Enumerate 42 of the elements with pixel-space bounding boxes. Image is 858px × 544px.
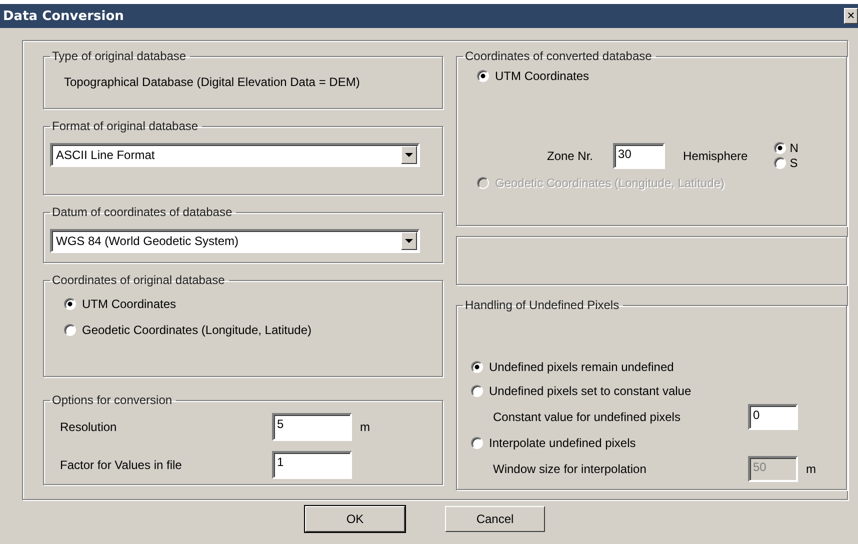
group-title: Datum of coordinates of database [51, 205, 234, 219]
dialog-button[interactable]: Cancel [445, 506, 545, 532]
group-title: Coordinates of converted database [464, 49, 653, 63]
input-field[interactable]: 1 [272, 451, 352, 479]
radio-button[interactable] [471, 385, 483, 397]
field-label: Constant value for undefined pixels [493, 410, 682, 424]
radio-button[interactable] [774, 157, 786, 169]
format-dropdown[interactable]: ASCII Line Format [50, 143, 420, 167]
group-title: Options for conversion [51, 393, 174, 407]
field-label: Window size for interpolation [493, 462, 648, 476]
radio-button[interactable] [471, 361, 483, 373]
field-label: Factor for Values in file [60, 458, 183, 472]
radio-label[interactable]: S [790, 156, 798, 170]
radio-label[interactable]: UTM Coordinates [82, 297, 176, 311]
radio-label[interactable]: N [790, 141, 798, 155]
group-title: Handling of Undefined Pixels [464, 298, 620, 312]
radio-button[interactable] [471, 437, 483, 449]
input-field[interactable]: 0 [748, 404, 798, 430]
hemisphere-label: Hemisphere [683, 148, 748, 162]
group-title: Format of original database [51, 119, 200, 133]
database-type-text: Topographical Database (Digital Elevation Data = DEM) [64, 75, 361, 89]
zone-field[interactable]: 30 [613, 142, 666, 168]
radio-button[interactable] [477, 70, 489, 82]
zone-label: Zone Nr. [547, 148, 594, 162]
radio-label[interactable]: Interpolate undefined pixels [489, 436, 636, 450]
datum-dropdown[interactable]: WGS 84 (World Geodetic System) [50, 229, 420, 253]
radio-label[interactable]: Undefined pixels remain undefined [489, 360, 674, 374]
group-title: Coordinates of original database [51, 273, 226, 287]
radio-button[interactable] [64, 324, 76, 336]
window-title: Data Conversion [3, 8, 124, 24]
dialog-button[interactable]: OK [305, 506, 405, 532]
close-button[interactable]: ✕ [844, 8, 858, 24]
field-label: Resolution [60, 420, 118, 434]
radio-label[interactable]: Geodetic Coordinates (Longitude, Latitude) [82, 323, 312, 337]
input-field[interactable]: 5 [272, 413, 352, 441]
group-title: Type of original database [51, 49, 188, 63]
unit-label: m [360, 420, 370, 434]
radio-button[interactable] [774, 142, 786, 154]
radio-button[interactable] [64, 298, 76, 310]
unit-label: m [806, 462, 816, 476]
radio-label[interactable]: UTM Coordinates [495, 69, 590, 83]
radio-label[interactable]: Undefined pixels set to constant value [489, 384, 692, 398]
